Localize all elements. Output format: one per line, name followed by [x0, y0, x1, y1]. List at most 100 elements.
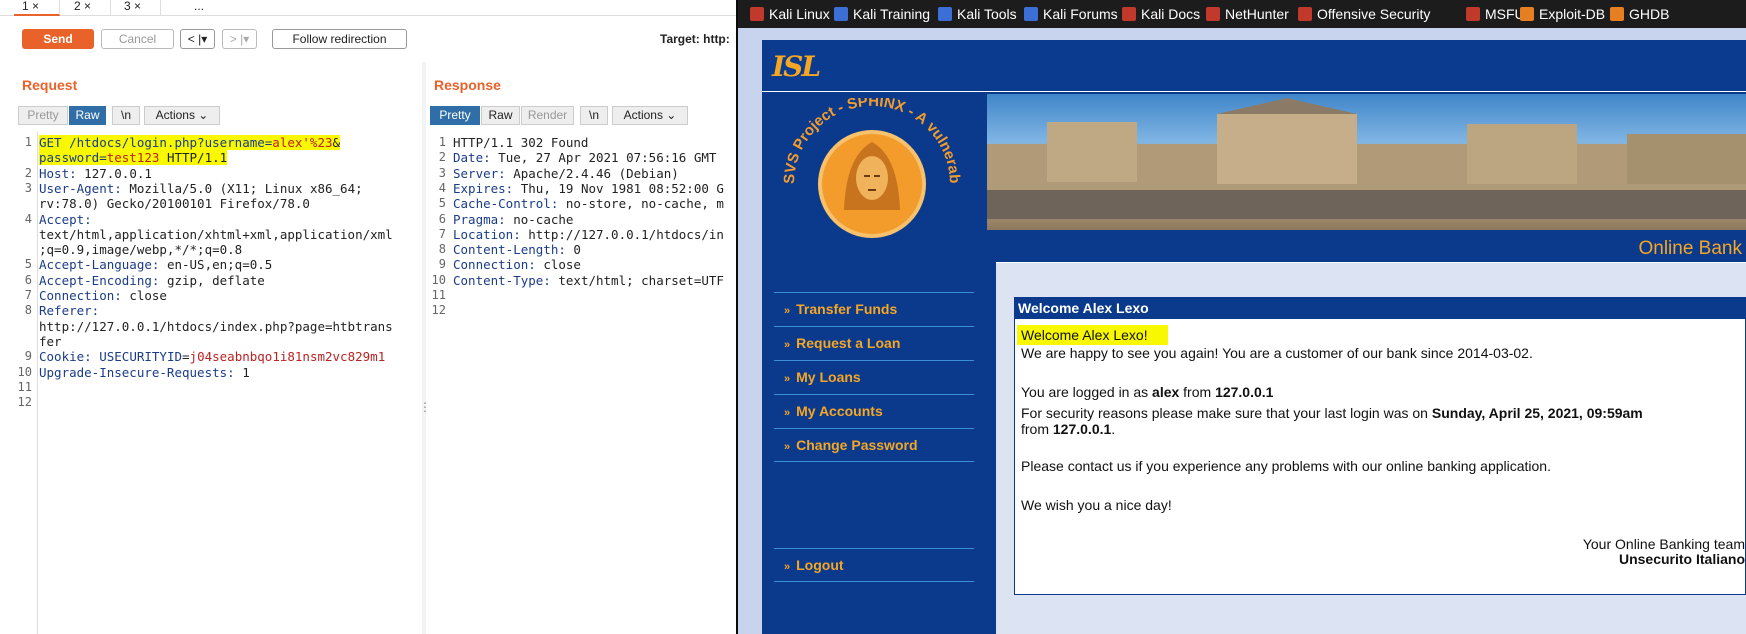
- code-token: close: [121, 288, 167, 303]
- bookmark-offensive-security[interactable]: Offensive Security: [1298, 5, 1430, 23]
- sphinx-logo: SVS Project - SPHINX - A vulnerable Web …: [772, 98, 963, 238]
- bookmark-label: Kali Linux: [769, 6, 830, 22]
- code-token: Tue, 27 Apr 2021 07:56:16 GMT: [490, 150, 717, 166]
- pane-splitter[interactable]: [422, 62, 426, 634]
- sidebar-item-label: Request a Loan: [796, 335, 901, 351]
- repeater-toolbar: Send Cancel < |▾ > |▾ Follow redirection…: [0, 16, 736, 62]
- code-token: Accept-Encoding:: [39, 272, 160, 288]
- code-token: Mozilla/5.0 (X11; Linux x86_64;: [121, 180, 363, 196]
- request-title: Request: [22, 77, 78, 93]
- response-editor[interactable]: 1 HTTP/1.1 302 Found 2 Date: Tue, 27 Apr 20…: [428, 132, 736, 634]
- site-frame: ISL SVS Project - SPHINX - A vulnerable …: [762, 40, 1746, 634]
- code-token: Referer:: [39, 303, 100, 319]
- code-token: &: [332, 135, 341, 150]
- code-token: HTTP/1.1 302 Found: [453, 135, 589, 150]
- double-chevron-icon: »: [784, 441, 791, 453]
- bookmark-msfu[interactable]: MSFU: [1466, 5, 1525, 23]
- code-token: text/html,application/xhtml+xml,applicat…: [39, 226, 393, 242]
- sidebar-item-my-accounts[interactable]: » My Accounts: [774, 394, 974, 428]
- request-raw-button[interactable]: Raw: [69, 106, 106, 125]
- forward-button[interactable]: > |▾: [222, 29, 257, 49]
- castle-banner: Online Bank: [987, 94, 1746, 262]
- code-token: USECURITYID: [99, 349, 183, 365]
- bookmark-label: Exploit-DB: [1539, 6, 1606, 22]
- bookmark-exploit-db[interactable]: Exploit-DB: [1520, 5, 1605, 23]
- code-token: en-US,en;q=0.5: [159, 257, 273, 273]
- customer-since-text: We are happy to see you again! You are a…: [1021, 345, 1533, 361]
- bookmark-kali-tools[interactable]: Kali Tools: [938, 5, 1017, 23]
- response-newline-button[interactable]: \n: [580, 106, 608, 125]
- code-token: password=: [39, 150, 107, 166]
- code-token: 127.0.0.1: [76, 165, 152, 181]
- bookmark-label: Offensive Security: [1317, 6, 1431, 22]
- code-token: gzip, deflate: [159, 272, 265, 288]
- request-newline-button[interactable]: \n: [112, 106, 140, 125]
- tab-2[interactable]: 2 ×: [66, 0, 111, 16]
- bookmark-icon: [1122, 7, 1136, 21]
- sidebar-item-logout[interactable]: » Logout: [774, 548, 974, 582]
- response-raw-button[interactable]: Raw: [481, 106, 520, 125]
- request-pretty-button[interactable]: Pretty: [18, 106, 68, 125]
- code-token: Expires:: [453, 180, 514, 196]
- back-button[interactable]: < |▾: [180, 29, 215, 49]
- sidebar-item-change-password[interactable]: » Change Password: [774, 428, 974, 462]
- code-token: ;q=0.9,image/webp,*/*;q=0.8: [39, 242, 243, 258]
- sidebar-item-transfer-funds[interactable]: » Transfer Funds: [774, 292, 974, 326]
- bookmark-kali-forums[interactable]: Kali Forums: [1024, 5, 1118, 23]
- bookmark-icon: [1206, 7, 1220, 21]
- welcome-message: Welcome Alex Lexo!: [1017, 325, 1168, 345]
- bank-site: ISL SVS Project - SPHINX - A vulnerable …: [738, 28, 1746, 634]
- bookmark-icon: [1298, 7, 1312, 21]
- banner-caption: Online Bank: [987, 230, 1746, 262]
- bookmark-icon: [1610, 7, 1624, 21]
- bookmark-kali-linux[interactable]: Kali Linux: [750, 5, 830, 23]
- bookmark-label: MSFU: [1485, 6, 1525, 22]
- content-area: Welcome Alex Lexo Welcome Alex Lexo! We …: [996, 262, 1746, 634]
- sidebar-item-label: My Accounts: [796, 403, 883, 419]
- cancel-button[interactable]: Cancel: [101, 29, 174, 49]
- sidebar-item-label: My Loans: [796, 369, 861, 385]
- sidebar-item-request-loan[interactable]: » Request a Loan: [774, 326, 974, 360]
- code-token: Server:: [453, 165, 506, 181]
- code-token: http://127.0.0.1/htdocs/index.php?page=h…: [39, 318, 393, 334]
- code-token: Connection:: [39, 288, 122, 303]
- bookmark-label: Kali Tools: [957, 6, 1017, 22]
- sidebar-item-my-loans[interactable]: » My Loans: [774, 360, 974, 394]
- tab-more[interactable]: ...: [186, 0, 218, 16]
- request-editor[interactable]: 1 GET /htdocs/login.php?username=alex'%23…: [14, 132, 419, 634]
- bookmark-label: Kali Docs: [1141, 6, 1201, 22]
- bookmark-icon: [750, 7, 764, 21]
- response-pretty-button[interactable]: Pretty: [430, 106, 480, 125]
- code-token: rv:78.0) Gecko/20100101 Firefox/78.0: [39, 196, 310, 212]
- bookmarks-toolbar: Kali Linux Kali Training Kali Tools Kali Fo…: [738, 0, 1746, 28]
- browser-window: Kali Linux Kali Training Kali Tools Kali Fo…: [738, 0, 1746, 634]
- code-token: Date:: [453, 150, 491, 166]
- bookmark-label: GHDB: [1629, 6, 1670, 22]
- code-token: Thu, 19 Nov 1981 08:52:00 G: [513, 180, 724, 196]
- request-actions-button[interactable]: Actions ⌄: [144, 106, 220, 125]
- code-token: no-cache: [505, 211, 574, 227]
- tab-3[interactable]: 3 ×: [116, 0, 161, 16]
- send-button[interactable]: Send: [22, 29, 94, 49]
- code-token: Content-Length:: [453, 242, 566, 258]
- bookmark-kali-training[interactable]: Kali Training: [834, 5, 930, 23]
- line-number: 1: [24, 135, 32, 149]
- bookmark-ghdb[interactable]: GHDB: [1610, 5, 1669, 23]
- contact-text: Please contact us if you experience any …: [1021, 458, 1551, 474]
- code-token: alex'%23: [272, 135, 333, 150]
- response-actions-button[interactable]: Actions ⌄: [612, 106, 688, 125]
- bookmark-nethunter[interactable]: NetHunter: [1206, 5, 1289, 23]
- double-chevron-icon: »: [784, 339, 791, 351]
- tab-1[interactable]: 1 ×: [14, 0, 60, 16]
- code-token: Content-Type:: [453, 272, 551, 288]
- double-chevron-icon: »: [784, 407, 791, 419]
- follow-redirection-button[interactable]: Follow redirection: [272, 29, 407, 49]
- response-render-button[interactable]: Render: [521, 106, 574, 125]
- sidebar-item-label: Change Password: [796, 437, 918, 453]
- bookmark-label: Kali Forums: [1043, 6, 1118, 22]
- code-token: =: [182, 349, 190, 365]
- bookmark-kali-docs[interactable]: Kali Docs: [1122, 5, 1200, 23]
- code-token: test123: [106, 150, 160, 166]
- line-number: 12: [17, 395, 32, 410]
- line-number: 4: [24, 211, 32, 226]
